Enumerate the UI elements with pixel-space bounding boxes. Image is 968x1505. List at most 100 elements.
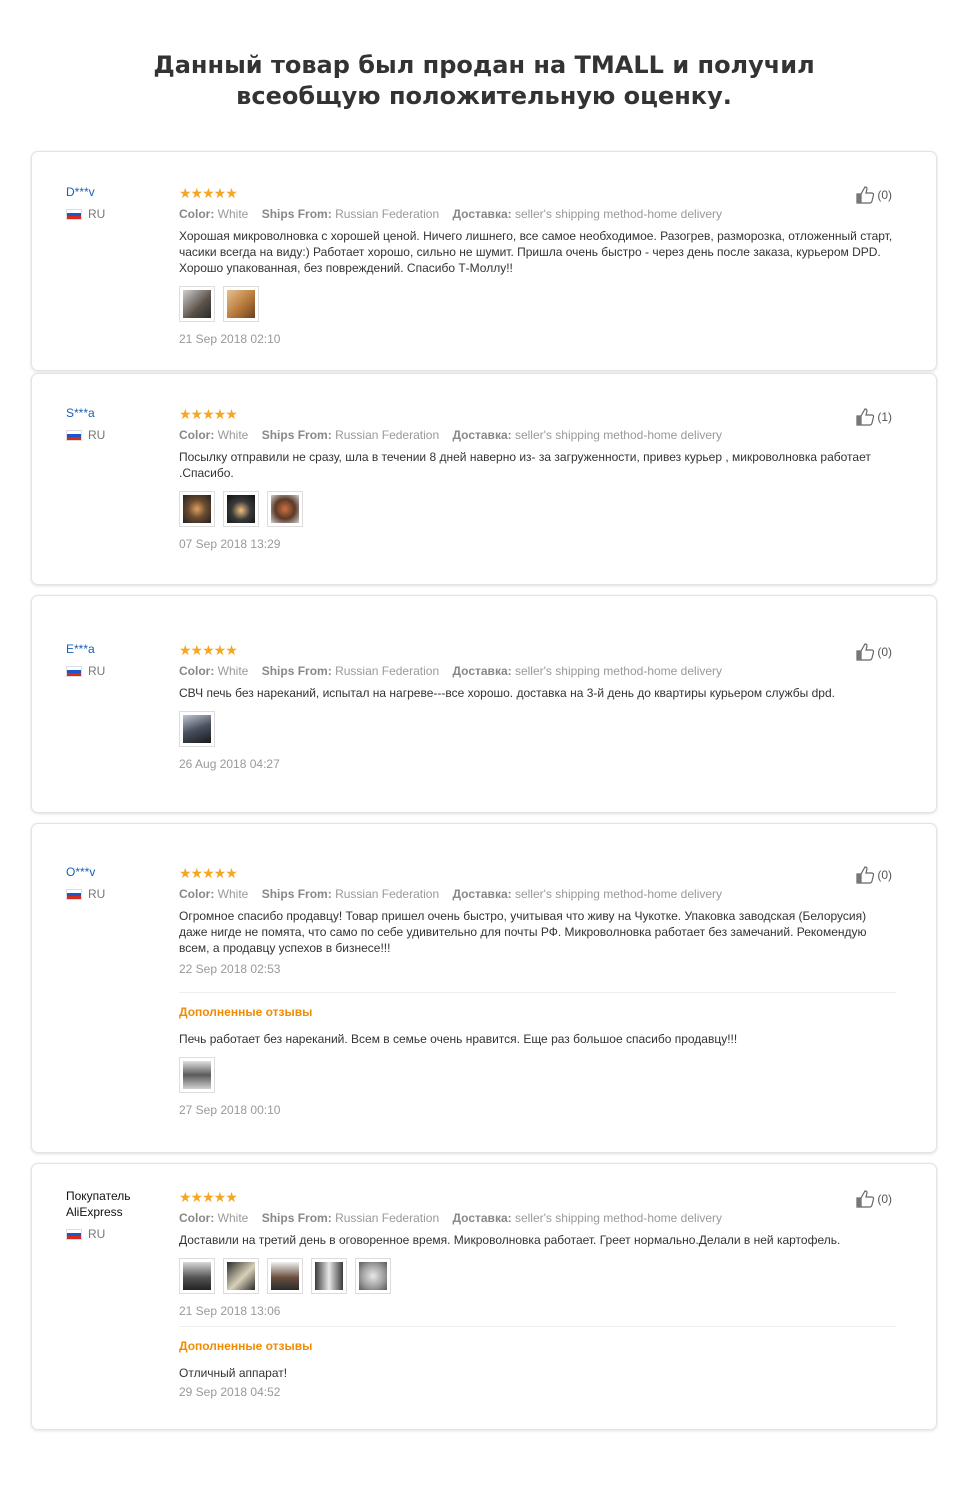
delivery-label: Доставка: <box>452 887 512 901</box>
reviewer-info: E***a RU <box>66 641 105 679</box>
review-meta: Color: White Ships From: Russian Federat… <box>179 1210 896 1226</box>
review-meta: Color: White Ships From: Russian Federat… <box>179 663 896 679</box>
review-photo-thumbnail[interactable] <box>223 286 259 322</box>
additional-review-heading: Дополненные отзывы <box>179 1005 313 1019</box>
thumbs-up-icon <box>856 866 875 884</box>
country-code: RU <box>88 207 106 221</box>
star-rating: ★★★★★ <box>179 865 238 881</box>
review-text: Доставили на третий день в оговоренное в… <box>179 1233 841 1247</box>
delivery-label: Доставка: <box>452 428 512 442</box>
review-photos <box>179 711 896 747</box>
ships-from-value: Russian Federation <box>335 1211 440 1225</box>
review-photo-thumbnail[interactable] <box>179 1057 215 1093</box>
additional-review-date: 27 Sep 2018 00:10 <box>179 1103 281 1117</box>
color-value: White <box>217 207 249 221</box>
reviewer-country: RU <box>66 663 105 679</box>
divider <box>179 992 896 993</box>
additional-review-date: 29 Sep 2018 04:52 <box>179 1385 281 1399</box>
color-label: Color: <box>179 207 215 221</box>
like-count: (0) <box>877 868 892 882</box>
review-body: ★★★★★ Color: White Ships From: Russian F… <box>179 643 896 771</box>
like-count: (0) <box>877 188 892 202</box>
review-photo-thumbnail[interactable] <box>179 1258 215 1294</box>
review-date: 21 Sep 2018 13:06 <box>179 1304 281 1318</box>
star-rating: ★★★★★ <box>179 406 238 422</box>
review-body: ★★★★★ Color: White Ships From: Russian F… <box>179 866 896 1117</box>
russia-flag-icon <box>66 888 82 900</box>
review-card: S***a RU ★★★★★ Color: White Ships From: … <box>31 373 937 585</box>
reviewer-country: RU <box>66 206 105 222</box>
review-card: Покупатель AliExpress RU ★★★★★ Color: Wh… <box>31 1163 937 1430</box>
thumbs-up-icon <box>856 643 875 661</box>
color-value: White <box>217 428 249 442</box>
additional-review-photos <box>179 1057 896 1093</box>
review-photo-thumbnail[interactable] <box>355 1258 391 1294</box>
review-photo-thumbnail[interactable] <box>179 286 215 322</box>
review-photo-thumbnail[interactable] <box>311 1258 347 1294</box>
color-label: Color: <box>179 887 215 901</box>
country-code: RU <box>88 428 106 442</box>
like-count: (1) <box>877 410 892 424</box>
russia-flag-icon <box>66 665 82 677</box>
review-photos <box>179 1258 896 1294</box>
star-rating: ★★★★★ <box>179 185 238 201</box>
country-code: RU <box>88 664 106 678</box>
like-button[interactable]: (1) <box>855 408 892 426</box>
additional-review-heading: Дополненные отзывы <box>179 1339 313 1353</box>
like-count: (0) <box>877 645 892 659</box>
delivery-value: seller's shipping method-home delivery <box>514 1211 723 1225</box>
ships-from-label: Ships From: <box>261 207 332 221</box>
thumbs-up-icon <box>856 1190 875 1208</box>
color-label: Color: <box>179 428 215 442</box>
delivery-label: Доставка: <box>452 664 512 678</box>
review-photo-thumbnail[interactable] <box>179 491 215 527</box>
review-body: ★★★★★ Color: White Ships From: Russian F… <box>179 1190 896 1399</box>
star-rating: ★★★★★ <box>179 1189 238 1205</box>
color-value: White <box>217 1211 249 1225</box>
reviewer-name: Покупатель AliExpress <box>66 1189 131 1219</box>
thumbs-up-icon <box>856 408 875 426</box>
review-date: 07 Sep 2018 13:29 <box>179 537 281 551</box>
color-value: White <box>217 887 249 901</box>
ships-from-label: Ships From: <box>261 664 332 678</box>
ships-from-value: Russian Federation <box>335 428 440 442</box>
like-button[interactable]: (0) <box>855 643 892 661</box>
like-button[interactable]: (0) <box>855 1190 892 1208</box>
reviewer-name: O***v <box>66 865 96 879</box>
review-date: 21 Sep 2018 02:10 <box>179 332 281 346</box>
reviewer-info: O***v RU <box>66 864 105 902</box>
review-date: 22 Sep 2018 02:53 <box>179 962 281 976</box>
reviewer-country: RU <box>66 427 105 443</box>
review-card: O***v RU ★★★★★ Color: White Ships From: … <box>31 823 937 1153</box>
review-photo-thumbnail[interactable] <box>223 1258 259 1294</box>
review-body: ★★★★★ Color: White Ships From: Russian F… <box>179 407 896 551</box>
review-photo-thumbnail[interactable] <box>223 491 259 527</box>
ships-from-label: Ships From: <box>261 428 332 442</box>
review-photo-thumbnail[interactable] <box>267 491 303 527</box>
like-button[interactable]: (0) <box>855 186 892 204</box>
review-photo-thumbnail[interactable] <box>267 1258 303 1294</box>
star-rating: ★★★★★ <box>179 642 238 658</box>
review-text: Посылку отправили не сразу, шла в течени… <box>179 450 871 480</box>
review-card: E***a RU ★★★★★ Color: White Ships From: … <box>31 595 937 813</box>
headline-line-1: Данный товар был продан на TMALL и получ… <box>153 51 815 79</box>
review-date: 26 Aug 2018 04:27 <box>179 757 280 771</box>
headline-line-2: всеобщую положительную оценку. <box>236 82 732 110</box>
like-button[interactable]: (0) <box>855 866 892 884</box>
ships-from-value: Russian Federation <box>335 664 440 678</box>
delivery-value: seller's shipping method-home delivery <box>514 664 723 678</box>
ships-from-label: Ships From: <box>261 1211 332 1225</box>
like-count: (0) <box>877 1192 892 1206</box>
page-headline: Данный товар был продан на TMALL и получ… <box>0 50 968 112</box>
delivery-value: seller's shipping method-home delivery <box>514 428 723 442</box>
color-label: Color: <box>179 664 215 678</box>
reviewer-country: RU <box>66 886 105 902</box>
ships-from-value: Russian Federation <box>335 207 440 221</box>
review-photo-thumbnail[interactable] <box>179 711 215 747</box>
additional-review-text: Печь работает без нареканий. Всем в семь… <box>179 1032 738 1046</box>
russia-flag-icon <box>66 1228 82 1240</box>
review-photos <box>179 286 896 322</box>
review-meta: Color: White Ships From: Russian Federat… <box>179 886 896 902</box>
delivery-value: seller's shipping method-home delivery <box>514 207 723 221</box>
review-card: D***v RU ★★★★★ Color: White Ships From: … <box>31 151 937 371</box>
